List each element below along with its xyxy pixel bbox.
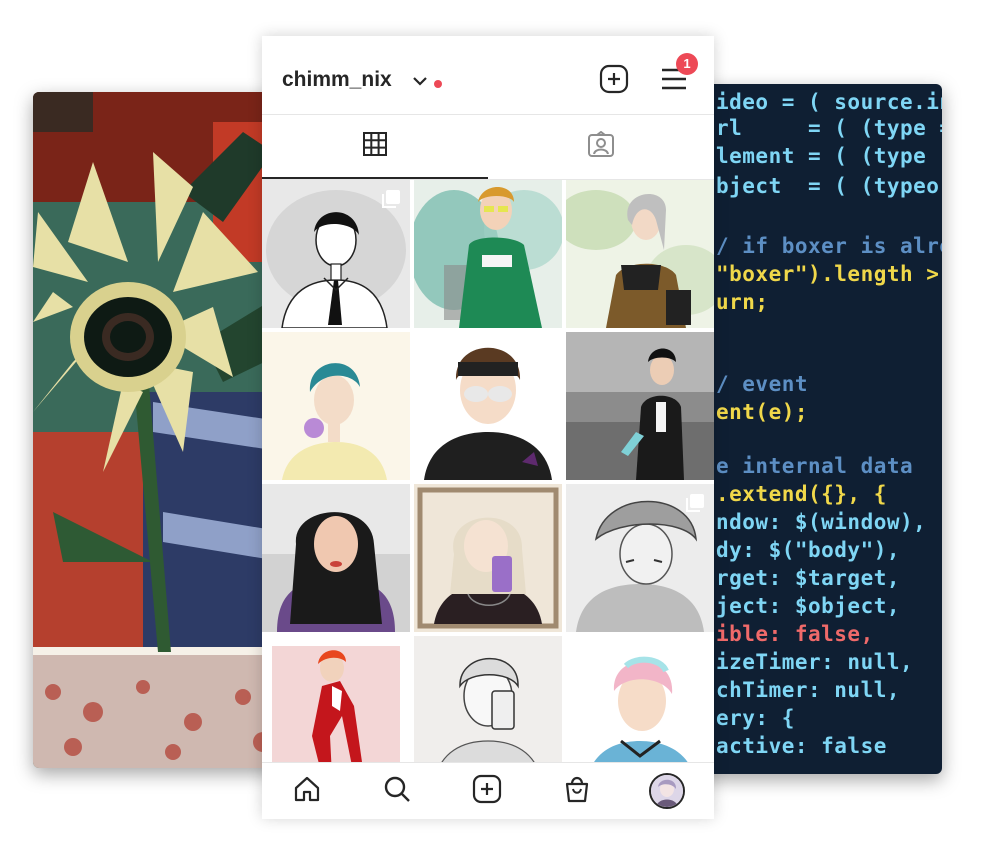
code-line: active: false [716, 734, 887, 758]
nav-search[interactable] [352, 763, 442, 819]
add-post-icon [472, 774, 502, 809]
notification-badge: 1 [676, 53, 698, 75]
nav-profile[interactable] [622, 763, 712, 819]
post-tile[interactable] [262, 636, 410, 762]
code-line: e internal data [716, 454, 914, 478]
new-post-icon[interactable] [599, 64, 629, 99]
profile-avatar [649, 773, 685, 809]
code-line: .extend({}, { [716, 482, 887, 506]
code-line: ent(e); [716, 400, 809, 424]
code-line: ideo = ( source.in [716, 90, 942, 114]
code-line: ject: $object, [716, 594, 901, 618]
post-tile[interactable] [414, 180, 562, 328]
background-sunflower-painting [33, 92, 285, 768]
nav-new-post[interactable] [442, 763, 532, 819]
post-tile[interactable] [566, 484, 714, 632]
shop-icon [562, 774, 592, 809]
new-activity-dot [434, 80, 442, 88]
post-tile[interactable] [566, 332, 714, 480]
code-line: urn; [716, 290, 769, 314]
home-icon [292, 774, 322, 809]
code-line: / if boxer is alre [716, 234, 942, 258]
code-line: lement = ( (type [716, 144, 927, 168]
code-line: / event [716, 372, 809, 396]
code-line: chTimer: null, [716, 678, 901, 702]
multiple-photos-icon [684, 492, 706, 519]
code-line: rl = ( (type = [716, 116, 942, 140]
posts-grid [262, 180, 714, 762]
code-line: ible: false, [716, 622, 874, 646]
nav-home[interactable] [262, 763, 352, 819]
nav-shop[interactable] [532, 763, 622, 819]
code-line: "boxer").length > [716, 262, 940, 286]
multiple-photos-icon [380, 188, 402, 215]
profile-username[interactable]: chimm_nix [282, 68, 392, 92]
post-tile[interactable] [262, 484, 410, 632]
tab-posts-grid[interactable] [262, 115, 488, 179]
background-code-screen: ideo = ( source.in rl = ( (type = lement =… [680, 84, 942, 774]
profile-screen: chimm_nix 1 [262, 36, 714, 819]
profile-header: chimm_nix 1 [262, 36, 714, 115]
profile-tabs [262, 115, 714, 180]
tagged-person-icon [587, 130, 615, 164]
code-line: bject = ( (typeo [716, 174, 940, 198]
code-line: ery: { [716, 706, 795, 730]
tab-tagged[interactable] [488, 115, 714, 179]
search-icon [382, 774, 412, 809]
bottom-nav [262, 762, 714, 819]
post-tile[interactable] [262, 332, 410, 480]
post-tile[interactable] [414, 332, 562, 480]
code-line: rget: $target, [716, 566, 901, 590]
post-tile[interactable] [414, 484, 562, 632]
code-line: izeTimer: null, [716, 650, 914, 674]
code-line: ndow: $(window), [716, 510, 927, 534]
post-tile[interactable] [566, 180, 714, 328]
post-tile[interactable] [566, 636, 714, 762]
chevron-down-icon[interactable] [412, 74, 428, 92]
post-tile[interactable] [414, 636, 562, 762]
code-line: dy: $("body"), [716, 538, 901, 562]
grid-icon [362, 131, 388, 162]
post-tile[interactable] [262, 180, 410, 328]
